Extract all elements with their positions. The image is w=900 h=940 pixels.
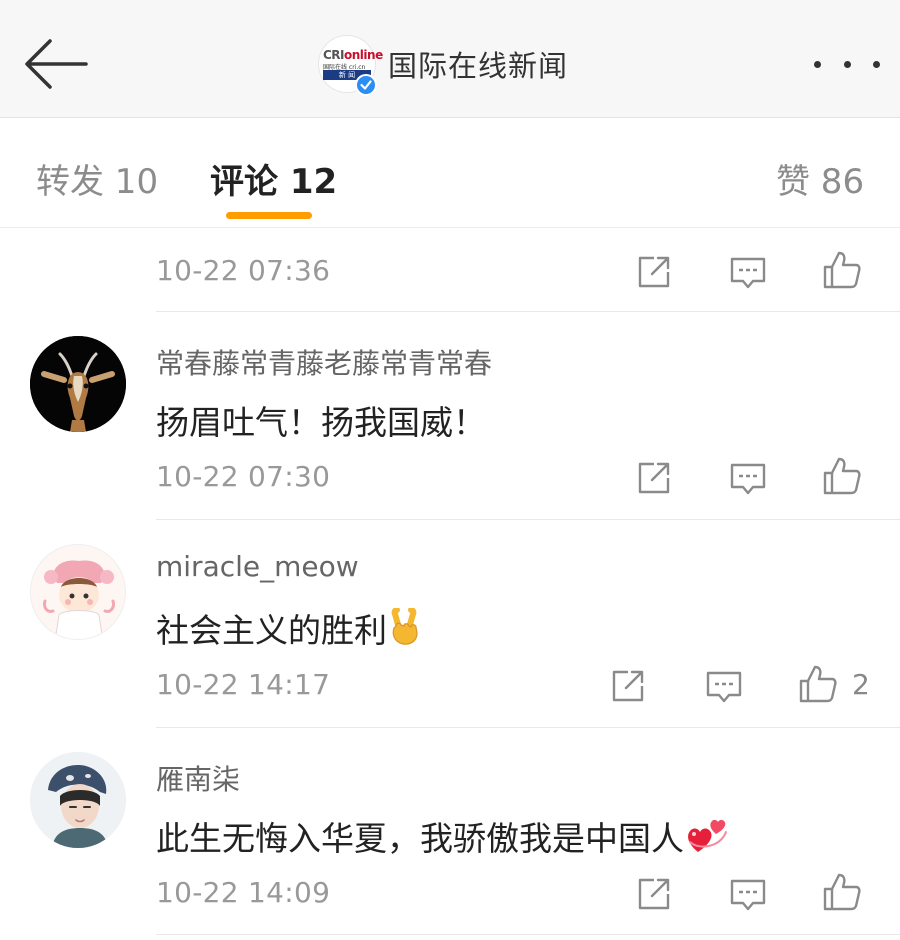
tab-comments[interactable]: 评论 12 <box>210 154 337 203</box>
top-nav-bar: CRIonline 国际在线 cri.cn 新 闻 国际在线新闻 <box>0 0 900 118</box>
like-thumb-icon[interactable] <box>796 662 840 706</box>
repost-icon[interactable] <box>632 872 676 916</box>
comment-text: 社会主义的胜利 <box>156 604 423 654</box>
comment-username[interactable]: 雁南柒 <box>156 758 240 798</box>
comment-text-body: 社会主义的胜利 <box>156 611 387 650</box>
comment-username[interactable]: 常春藤常青藤老藤常青常春 <box>156 342 492 382</box>
logo-wordmark: CRIonline <box>323 48 383 62</box>
comment-username[interactable]: miracle_meow <box>156 550 359 583</box>
repost-icon[interactable] <box>632 250 676 294</box>
victory-hand-emoji-icon <box>387 607 423 654</box>
back-arrow-icon[interactable] <box>22 36 88 92</box>
comment-time: 10-22 14:09 <box>156 876 331 909</box>
comment-text: 扬眉吐气！扬我国威！ <box>156 403 486 442</box>
page-title: 国际在线新闻 <box>388 49 569 83</box>
comment-reply-icon[interactable] <box>702 664 746 708</box>
comment-reply-icon[interactable] <box>726 250 770 294</box>
comment-item: 雁南柒 此生无悔入华夏，我骄傲我是中国人 10-22 14:09 <box>0 728 900 940</box>
repost-icon[interactable] <box>606 664 650 708</box>
comment-item: miracle_meow 社会主义的胜利 10-22 14:17 2 <box>0 520 900 728</box>
active-tab-indicator <box>226 212 312 219</box>
like-count: 2 <box>852 668 870 701</box>
verified-badge-icon <box>355 74 377 96</box>
repost-icon[interactable] <box>632 456 676 500</box>
comment-text: 此生无悔入华夏，我骄傲我是中国人 <box>156 812 730 862</box>
divider <box>156 934 900 935</box>
avatar[interactable] <box>30 752 126 848</box>
account-logo[interactable]: CRIonline 国际在线 cri.cn 新 闻 <box>318 35 383 96</box>
like-thumb-icon[interactable] <box>820 248 864 292</box>
avatar[interactable] <box>30 336 126 432</box>
comment-time: 10-22 07:30 <box>156 460 331 493</box>
tab-reposts[interactable]: 转发 10 <box>36 154 158 203</box>
tab-likes[interactable]: 赞 86 <box>776 154 864 203</box>
comment-time: 10-22 14:17 <box>156 668 331 701</box>
comment-reply-icon[interactable] <box>726 456 770 500</box>
tab-bar: 转发 10 评论 12 赞 86 <box>0 118 900 228</box>
revolving-hearts-emoji-icon <box>684 814 730 862</box>
avatar[interactable] <box>30 544 126 640</box>
comment-time: 10-22 07:36 <box>156 254 331 287</box>
more-options-icon[interactable] <box>814 56 880 72</box>
comment-reply-icon[interactable] <box>726 872 770 916</box>
comment-item: 常春藤常青藤老藤常青常春 扬眉吐气！扬我国威！ 10-22 07:30 <box>0 312 900 520</box>
comment-text-body: 此生无悔入华夏，我骄傲我是中国人 <box>156 819 684 858</box>
like-thumb-icon[interactable] <box>820 870 864 914</box>
account-header[interactable]: CRIonline 国际在线 cri.cn 新 闻 国际在线新闻 <box>318 34 569 96</box>
comment-item: 10-22 07:36 <box>0 228 900 312</box>
like-thumb-icon[interactable] <box>820 454 864 498</box>
